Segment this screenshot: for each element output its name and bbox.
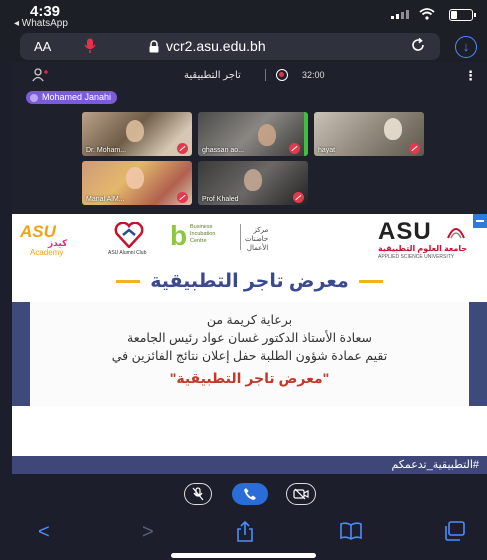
incubation-centre-en: Business Incubation Centre [190, 224, 215, 245]
participant-video [244, 169, 262, 191]
participant-tile[interactable]: ghassan ao... [198, 112, 308, 156]
muted-mic-icon [177, 143, 188, 154]
home-indicator[interactable] [171, 553, 316, 558]
expo-title: معرض تاجر التطبيقية [12, 270, 487, 293]
alumni-heart-logo [114, 222, 144, 248]
reader-options-button[interactable]: AA [34, 39, 51, 54]
participants-icon[interactable] [32, 68, 50, 82]
room-name: تاجر التطبيقية [184, 70, 241, 81]
asu-arabic-name: جامعة العلوم التطبيقية [378, 244, 468, 253]
participant-tile[interactable]: Dr. Moham... [82, 112, 192, 156]
incubation-centre-ar: مركز حاضنات الأعمال [245, 226, 268, 253]
download-icon[interactable]: ↓ [455, 36, 477, 58]
lock-icon [149, 40, 159, 53]
shared-screen-banner: ASU كيدز Academy ASU Alumni Club b Busin… [12, 214, 487, 406]
title-dash [358, 280, 383, 284]
expo-title-text: معرض تاجر التطبيقية [150, 271, 349, 292]
incubation-ar-line: حاضنات [245, 236, 269, 243]
panel-side-bar [469, 302, 487, 406]
incubation-ar-line: مركز [253, 227, 269, 234]
mute-mic-icon [192, 487, 204, 501]
participant-name: Manal AlM... [86, 196, 125, 203]
participant-video [126, 167, 144, 189]
asu-english-name: APPLIED SCIENCE UNIVERSITY [378, 254, 455, 260]
participant-tile[interactable]: Manal AlM... [82, 161, 192, 205]
participant-name: hayat [318, 147, 336, 154]
call-controls [0, 474, 487, 512]
camera-toggle-button[interactable] [286, 483, 316, 505]
incubation-centre-logo: b [170, 220, 188, 251]
muted-mic-icon [177, 192, 188, 203]
participant-name: Prof Khaled [202, 196, 239, 203]
more-icon[interactable]: ⋮ [464, 68, 477, 84]
participant-video [126, 120, 144, 142]
url-field[interactable]: AA vcr2.asu.edu.bh [20, 33, 440, 60]
record-icon [276, 69, 288, 81]
status-bar: 4:39 ◂ WhatsApp [0, 0, 487, 32]
recording-timer: 32:00 [302, 70, 325, 80]
battery-icon [449, 9, 476, 21]
participant-video [384, 118, 402, 140]
asu-kids-logo: ASU كيدز Academy [20, 220, 82, 260]
browser-toolbar: < > [0, 512, 487, 560]
forward-icon[interactable]: > [142, 521, 154, 544]
asu-kids-logo-sub: Academy [30, 248, 64, 257]
asu-emblem-icon [447, 228, 465, 239]
announcement-line: برعاية كريمة من [206, 313, 293, 327]
header-divider [265, 69, 266, 81]
browser-address-bar: AA vcr2.asu.edu.bh ↓ [0, 32, 487, 62]
announcement-line: تقيم عمادة شؤون الطلبة حفل إعلان نتائج ا… [111, 349, 388, 363]
minimize-icon[interactable] [473, 214, 487, 228]
bookmarks-icon[interactable] [340, 521, 362, 541]
camera-off-icon [293, 488, 309, 500]
hashtag-text: #التطبيقية_تدعمكم [391, 459, 479, 471]
participant-tile[interactable]: hayat [314, 112, 424, 156]
microphone-icon [84, 38, 96, 53]
active-speaker-name: Mohamed Janahi [42, 92, 112, 102]
url-domain: vcr2.asu.edu.bh [166, 38, 266, 54]
incubation-ar-line: الأعمال [246, 245, 269, 252]
muted-mic-icon [293, 192, 304, 203]
reload-icon[interactable] [410, 37, 426, 53]
muted-mic-icon [409, 143, 420, 154]
shared-screen-blank [12, 406, 487, 456]
tabs-icon[interactable] [444, 521, 466, 541]
incubation-line: Business [190, 224, 213, 230]
back-icon[interactable]: < [38, 521, 50, 544]
participant-tile[interactable]: Prof Khaled [198, 161, 308, 205]
participant-name: ghassan ao... [202, 147, 245, 154]
meeting-header: تاجر التطبيقية 32:00 ⋮ [12, 62, 487, 88]
share-icon[interactable] [236, 521, 254, 543]
muted-mic-icon [289, 143, 300, 154]
logo-divider [240, 224, 241, 250]
participant-name: Dr. Moham... [86, 147, 127, 154]
hashtag-strip: #التطبيقية_تدعمكم [12, 456, 487, 474]
speaker-icon [30, 93, 38, 102]
title-dash [116, 280, 141, 284]
panel-side-bar [12, 302, 30, 406]
wifi-icon [419, 8, 435, 20]
announcement-line: سعادة الأستاذ الدكتور غسان عواد رئيس الج… [127, 331, 372, 345]
asu-logo: ASU [378, 218, 432, 245]
alumni-logo-caption: ASU Alumni Club [108, 250, 147, 256]
phone-icon [244, 488, 256, 500]
announcement-panel: برعاية كريمة من سعادة الأستاذ الدكتور غس… [12, 302, 487, 406]
back-to-app-link[interactable]: ◂ WhatsApp [14, 18, 68, 29]
incubation-line: Centre [190, 238, 207, 244]
logo-row: ASU كيدز Academy ASU Alumni Club b Busin… [12, 214, 487, 266]
incubation-line: Incubation [190, 231, 216, 237]
participant-video [258, 124, 276, 146]
mute-mic-button[interactable] [184, 483, 212, 505]
signal-icon [391, 10, 409, 19]
announcement-event-name: "معرض تاجر التطبيقية" [169, 370, 330, 386]
end-call-button[interactable] [232, 483, 268, 505]
active-speaker-chip: Mohamed Janahi [26, 91, 118, 104]
video-meeting: تاجر التطبيقية 32:00 ⋮ Mohamed Janahi Dr… [12, 62, 487, 214]
